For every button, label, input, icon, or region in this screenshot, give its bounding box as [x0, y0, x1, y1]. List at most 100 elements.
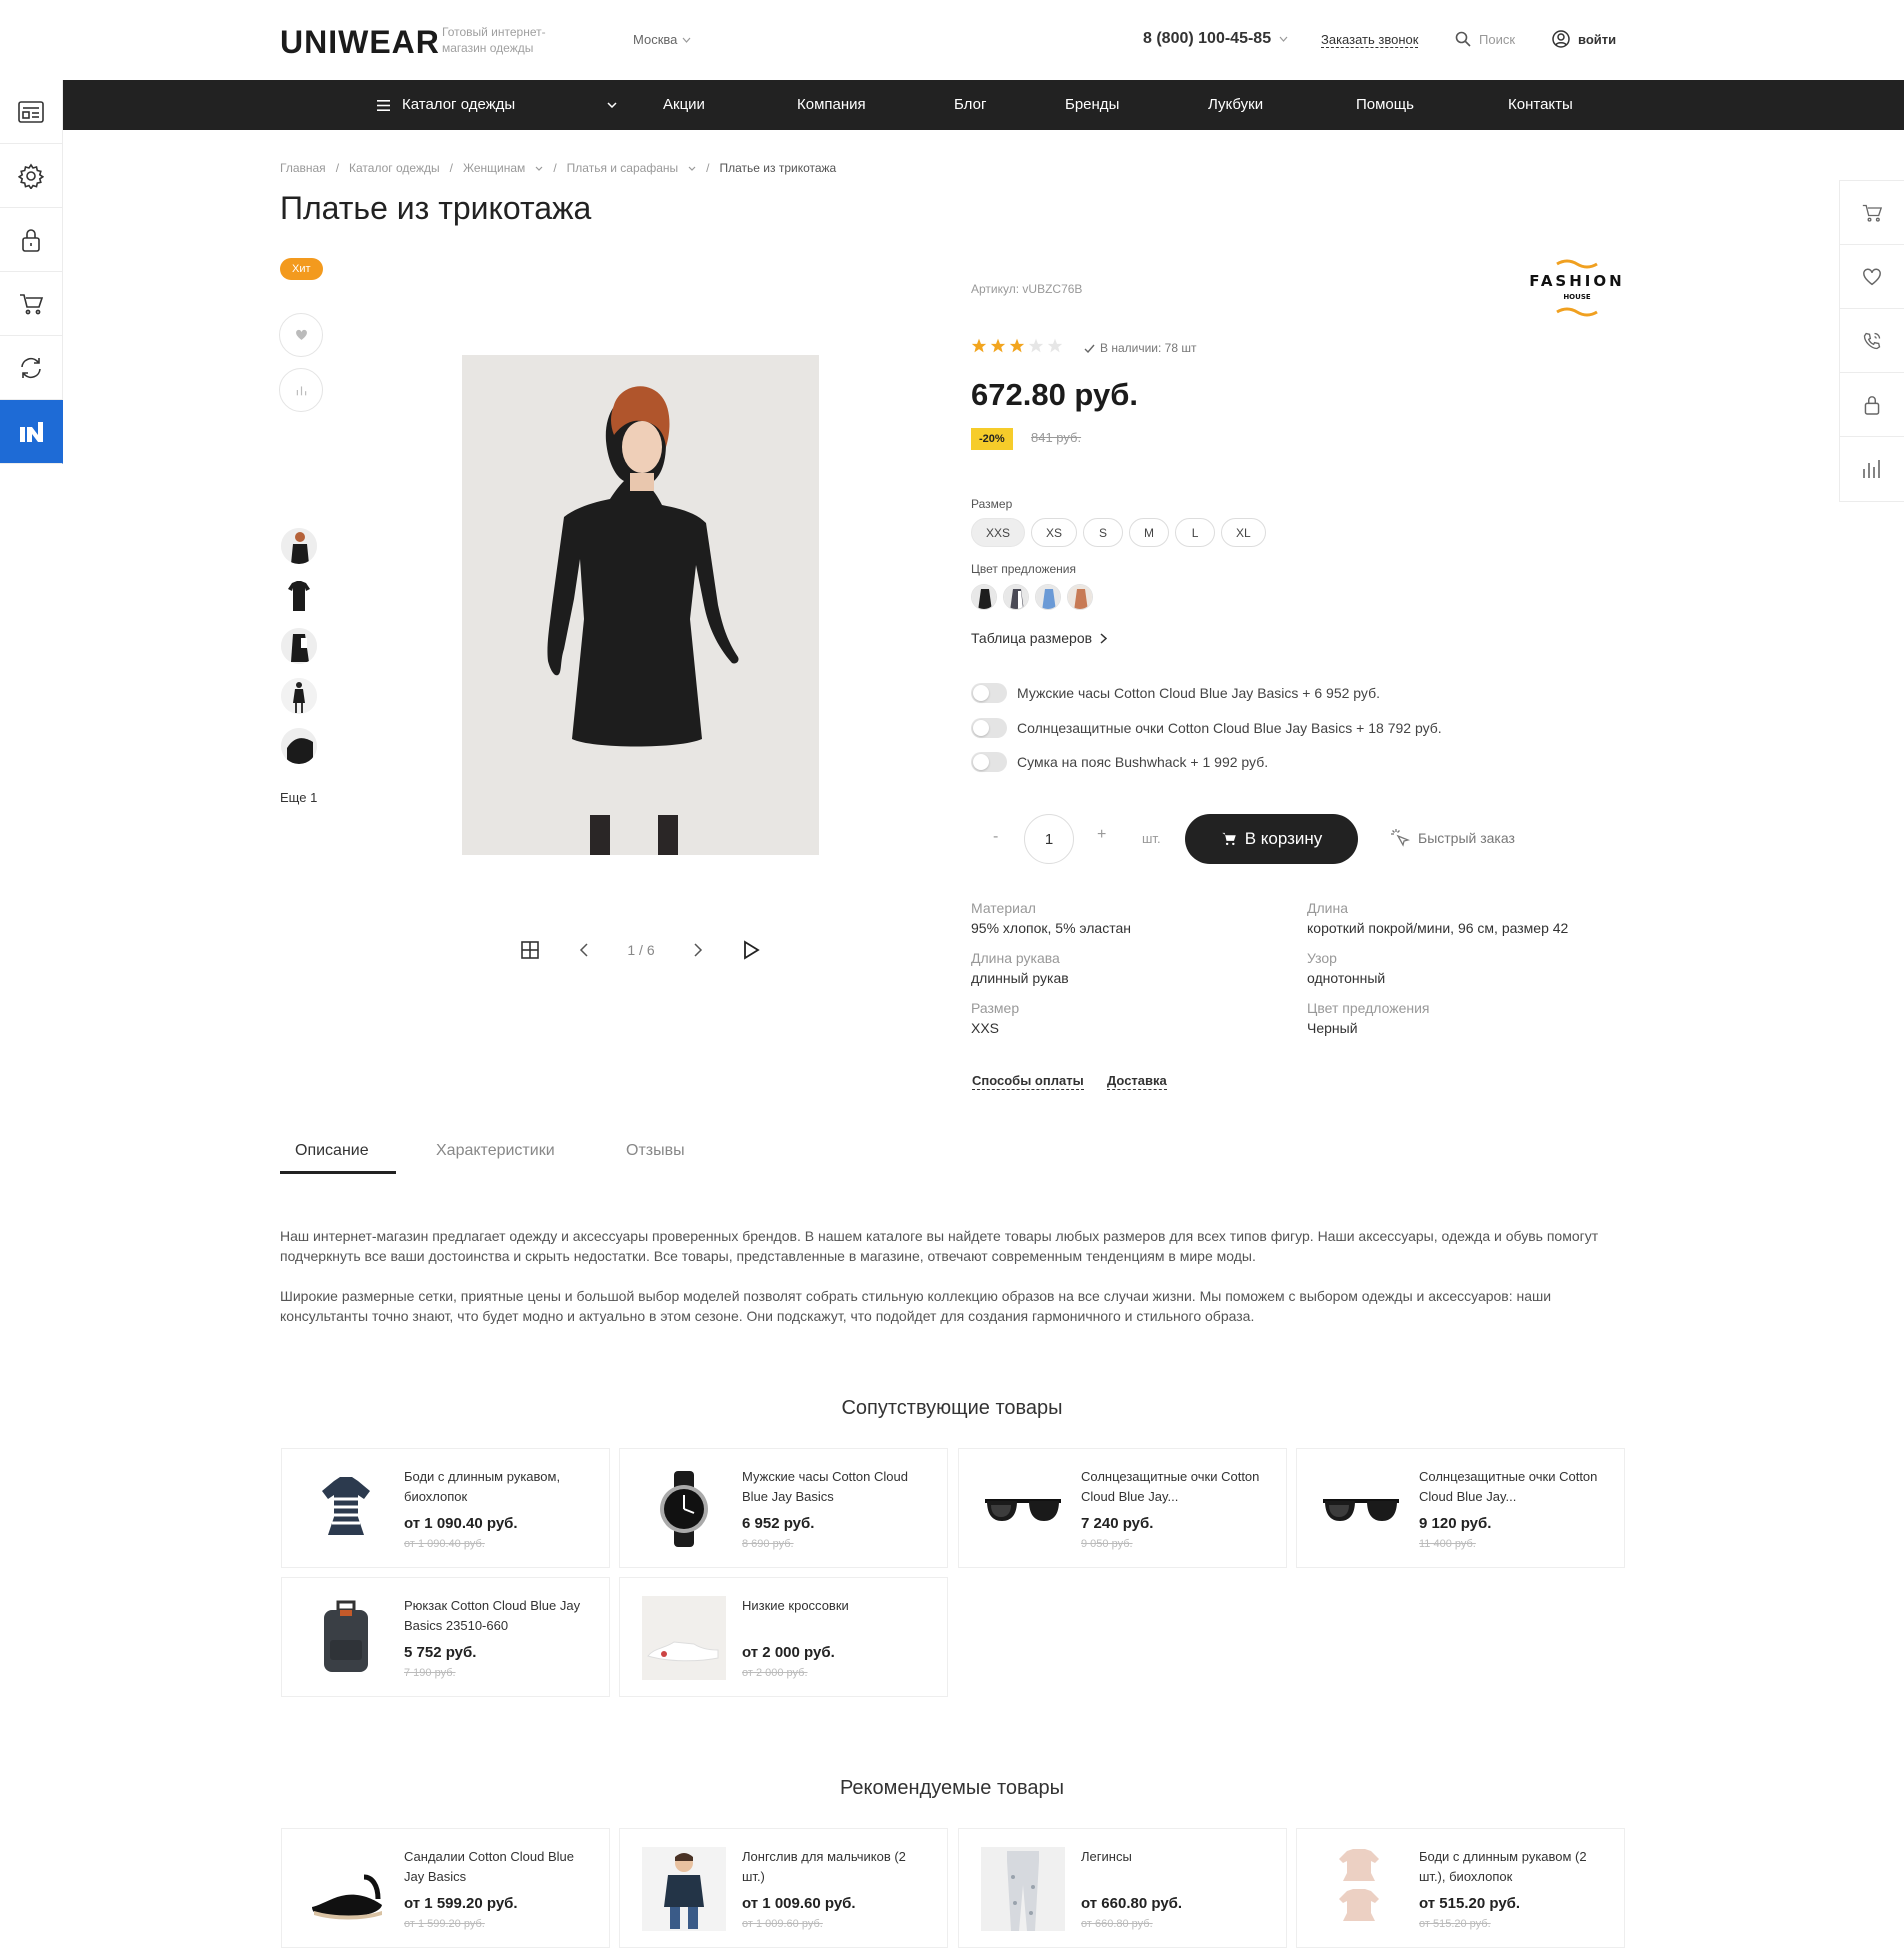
leggings-icon[interactable] [981, 1847, 1065, 1931]
bodysuit-icon[interactable] [1319, 1847, 1403, 1931]
color-swatch[interactable] [971, 584, 997, 610]
product-card-name[interactable]: Мужские часы Cotton Cloud Blue Jay Basic… [742, 1467, 932, 1507]
more-thumbs-link[interactable]: Еще 1 [280, 790, 317, 805]
bodysuit-icon[interactable] [304, 1467, 388, 1551]
quantity-input[interactable]: 1 [1024, 814, 1074, 864]
nav-item-lookbooks[interactable]: Лукбуки [1208, 80, 1263, 130]
tab-reviews[interactable]: Отзывы [626, 1142, 685, 1160]
product-card-name[interactable]: Рюкзак Cotton Cloud Blue Jay Basics 2351… [404, 1596, 594, 1636]
product-card-name[interactable]: Солнцезащитные очки Cotton Cloud Blue Ja… [1081, 1467, 1271, 1507]
size-table-link[interactable]: Таблица размеров [971, 630, 1108, 646]
backpack-icon[interactable] [304, 1596, 388, 1680]
nav-item-brands[interactable]: Бренды [1065, 80, 1119, 130]
product-card[interactable]: Боди с длинным рукавом (2 шт.), биохлопо… [1296, 1828, 1625, 1948]
cart-icon[interactable] [0, 272, 63, 336]
compare-icon[interactable] [1840, 437, 1904, 501]
product-card-name[interactable]: Солнцезащитные очки Cotton Cloud Blue Ja… [1419, 1467, 1609, 1507]
product-card-name[interactable]: Сандалии Cotton Cloud Blue Jay Basics [404, 1847, 594, 1887]
product-card[interactable]: Низкие кроссовки от 2 000 руб. от 2 000 ру… [619, 1577, 948, 1697]
qty-minus-button[interactable]: - [993, 828, 998, 846]
sunglasses-icon[interactable] [1319, 1467, 1403, 1551]
color-swatch[interactable] [1067, 584, 1093, 610]
boy-icon[interactable] [642, 1847, 726, 1931]
addon-toggle[interactable] [971, 683, 1007, 703]
product-card[interactable]: Рюкзак Cotton Cloud Blue Jay Basics 2351… [281, 1577, 610, 1697]
refresh-icon[interactable] [0, 336, 63, 400]
payment-methods-link[interactable]: Способы оплаты [972, 1073, 1084, 1090]
lock-icon[interactable] [1840, 373, 1904, 437]
product-card[interactable]: Боди с длинным рукавом, биохлопок от 1 09… [281, 1448, 610, 1568]
breadcrumb-item[interactable]: Каталог одежды [349, 161, 440, 175]
qty-plus-button[interactable]: + [1097, 826, 1106, 844]
chevron-down-icon[interactable] [535, 166, 543, 171]
product-card[interactable]: Легинсы от 660.80 руб. от 660.80 руб. [958, 1828, 1287, 1948]
brand-icon[interactable] [0, 400, 63, 464]
product-card[interactable]: Солнцезащитные очки Cotton Cloud Blue Ja… [958, 1448, 1287, 1568]
callback-link[interactable]: Заказать звонок [1321, 32, 1419, 48]
addon-option[interactable]: Сумка на пояс Bushwhack + 1 992 руб. [971, 752, 1268, 772]
grid-icon[interactable] [520, 940, 540, 960]
nav-item-help[interactable]: Помощь [1356, 80, 1414, 130]
product-photo[interactable] [462, 355, 819, 855]
chevron-left-icon[interactable] [579, 943, 589, 957]
search-button[interactable]: Поиск [1455, 31, 1515, 47]
tab-characteristics[interactable]: Характеристики [436, 1142, 555, 1160]
color-swatch[interactable] [1035, 584, 1061, 610]
product-card[interactable]: Мужские часы Cotton Cloud Blue Jay Basic… [619, 1448, 948, 1568]
sandal-icon[interactable] [304, 1847, 388, 1931]
sunglasses-icon[interactable] [981, 1467, 1065, 1551]
gallery-thumb[interactable] [281, 528, 317, 564]
delivery-link[interactable]: Доставка [1107, 1073, 1167, 1090]
gallery-thumb[interactable] [281, 578, 317, 614]
lock-icon[interactable] [0, 208, 63, 272]
addon-option[interactable]: Мужские часы Cotton Cloud Blue Jay Basic… [971, 683, 1380, 703]
addon-option[interactable]: Солнцезащитные очки Cotton Cloud Blue Ja… [971, 718, 1442, 738]
watch-icon[interactable] [642, 1467, 726, 1551]
product-card[interactable]: Солнцезащитные очки Cotton Cloud Blue Ja… [1296, 1448, 1625, 1568]
chevron-right-icon[interactable] [693, 943, 703, 957]
gallery-thumb[interactable] [281, 628, 317, 664]
nav-item-contacts[interactable]: Контакты [1508, 80, 1573, 130]
addon-toggle[interactable] [971, 718, 1007, 738]
addon-toggle[interactable] [971, 752, 1007, 772]
product-card-name[interactable]: Легинсы [1081, 1847, 1271, 1867]
add-to-cart-button[interactable]: В корзину [1185, 814, 1358, 864]
phone-icon[interactable] [1840, 309, 1904, 373]
size-option[interactable]: XXS [971, 518, 1026, 547]
breadcrumb-item[interactable]: Главная [280, 161, 326, 175]
breadcrumb-item[interactable]: Платья и сарафаны [567, 161, 678, 175]
product-card[interactable]: Лонгслив для мальчиков (2 шт.) от 1 009.6… [619, 1828, 948, 1948]
size-option[interactable]: XL [1221, 518, 1266, 547]
chevron-down-icon[interactable] [688, 166, 696, 171]
login-button[interactable]: войти [1552, 30, 1616, 48]
breadcrumb-item[interactable]: Женщинам [463, 161, 525, 175]
gallery-thumb[interactable] [281, 678, 317, 714]
color-swatch[interactable] [1003, 584, 1029, 610]
nav-item-sales[interactable]: Акции [663, 80, 705, 130]
size-option[interactable]: S [1083, 518, 1124, 547]
product-card[interactable]: Сандалии Cotton Cloud Blue Jay Basics от … [281, 1828, 610, 1948]
brand-logo[interactable]: FASHION HOUSE [1525, 256, 1630, 321]
nav-catalog[interactable]: Каталог одежды [377, 80, 617, 130]
product-card-name[interactable]: Лонгслив для мальчиков (2 шт.) [742, 1847, 932, 1887]
sneakers-icon[interactable] [642, 1596, 726, 1680]
city-selector[interactable]: Москва [633, 32, 691, 47]
play-icon[interactable] [742, 940, 760, 960]
gear-icon[interactable] [0, 144, 63, 208]
nav-item-blog[interactable]: Блог [954, 80, 986, 130]
gallery-thumb[interactable] [281, 728, 317, 764]
product-card-name[interactable]: Боди с длинным рукавом (2 шт.), биохлопо… [1419, 1847, 1609, 1887]
product-card-name[interactable]: Боди с длинным рукавом, биохлопок [404, 1467, 594, 1507]
compare-button[interactable] [279, 368, 323, 412]
product-card-name[interactable]: Низкие кроссовки [742, 1596, 932, 1616]
tab-description[interactable]: Описание [295, 1142, 369, 1160]
size-option[interactable]: M [1129, 518, 1170, 547]
size-option[interactable]: XS [1031, 518, 1078, 547]
logo[interactable]: UNIWEAR [280, 24, 440, 61]
phone-number[interactable]: 8 (800) 100-45-85 [1143, 30, 1288, 48]
catalog-icon[interactable] [0, 80, 63, 144]
size-option[interactable]: L [1175, 518, 1216, 547]
cart-icon[interactable] [1840, 181, 1904, 245]
nav-item-company[interactable]: Компания [797, 80, 866, 130]
heart-icon[interactable] [1840, 245, 1904, 309]
